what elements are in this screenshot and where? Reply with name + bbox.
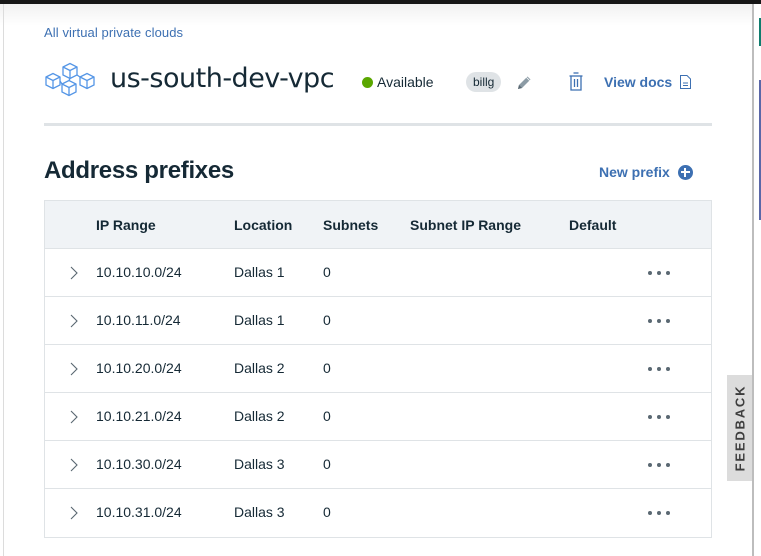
chevron-right-icon[interactable] [69,458,79,472]
top-shadow [0,4,752,26]
status-indicator: Available [362,74,434,90]
chevron-right-icon[interactable] [69,314,79,328]
overflow-dot-icon [666,271,670,275]
table-header: IP Range Location Subnets Subnet IP Rang… [45,201,711,249]
chevron-right-icon[interactable] [69,410,79,424]
vpc-cubes-icon [45,62,95,97]
cell-ip-range: 10.10.31.0/24 [96,504,182,520]
overflow-dot-icon [666,319,670,323]
feedback-label: FEEDBACK [732,384,747,472]
address-prefixes-table: IP Range Location Subnets Subnet IP Rang… [44,200,712,538]
overflow-dot-icon [666,415,670,419]
overflow-menu-button[interactable] [647,263,671,283]
tag-badge[interactable]: billg [466,72,502,92]
view-docs-link[interactable]: View docs [604,74,672,90]
document-icon[interactable] [680,75,691,89]
status-text: Available [377,74,434,90]
overflow-menu-button[interactable] [647,311,671,331]
header-divider [44,123,712,126]
add-circle-icon [677,164,693,180]
overflow-dot-icon [648,463,652,467]
overflow-dot-icon [666,463,670,467]
overflow-dot-icon [648,511,652,515]
overflow-dot-icon [666,367,670,371]
status-dot-icon [362,76,373,88]
breadcrumb-back-link[interactable]: All virtual private clouds [44,25,183,40]
table-row[interactable]: 10.10.20.0/24 Dallas 2 0 [45,345,711,393]
feedback-button[interactable]: FEEDBACK [727,375,752,481]
overflow-dot-icon [657,511,661,515]
cell-ip-range: 10.10.20.0/24 [96,360,182,376]
cell-subnets: 0 [323,408,331,424]
overflow-menu-button[interactable] [647,359,671,379]
chevron-right-icon[interactable] [69,362,79,376]
cell-location: Dallas 3 [234,456,285,472]
pencil-icon[interactable] [515,74,533,92]
cell-location: Dallas 3 [234,504,285,520]
column-header-default[interactable]: Default [569,217,616,233]
chevron-right-icon[interactable] [69,266,79,280]
overflow-menu-button[interactable] [647,503,671,523]
overflow-dot-icon [657,319,661,323]
cell-location: Dallas 2 [234,360,285,376]
cell-subnets: 0 [323,312,331,328]
page-title: us-south-dev-vpc [110,63,335,94]
column-header-subnet-ip-range[interactable]: Subnet IP Range [410,217,521,233]
overflow-menu-button[interactable] [647,407,671,427]
overflow-dot-icon [657,271,661,275]
table-body: 10.10.10.0/24 Dallas 1 0 10.10.11.0/24 D… [45,249,711,537]
cell-subnets: 0 [323,360,331,376]
table-row[interactable]: 10.10.31.0/24 Dallas 3 0 [45,489,711,537]
cell-ip-range: 10.10.10.0/24 [96,264,182,280]
new-prefix-label: New prefix [599,164,670,180]
chevron-right-icon[interactable] [69,506,79,520]
table-row[interactable]: 10.10.21.0/24 Dallas 2 0 [45,393,711,441]
cell-subnets: 0 [323,264,331,280]
overflow-dot-icon [657,367,661,371]
cell-subnets: 0 [323,504,331,520]
new-prefix-button[interactable]: New prefix [599,164,693,180]
column-header-subnets[interactable]: Subnets [323,217,378,233]
trash-icon[interactable] [569,72,583,91]
overflow-dot-icon [657,415,661,419]
cell-ip-range: 10.10.30.0/24 [96,456,182,472]
column-header-location[interactable]: Location [234,217,292,233]
table-row[interactable]: 10.10.10.0/24 Dallas 1 0 [45,249,711,297]
cell-ip-range: 10.10.11.0/24 [96,312,181,328]
cell-location: Dallas 2 [234,408,285,424]
overflow-dot-icon [648,271,652,275]
table-row[interactable]: 10.10.11.0/24 Dallas 1 0 [45,297,711,345]
overflow-dot-icon [666,511,670,515]
cell-ip-range: 10.10.21.0/24 [96,408,182,424]
cell-location: Dallas 1 [234,264,285,280]
overflow-dot-icon [648,367,652,371]
overflow-menu-button[interactable] [647,455,671,475]
left-border [3,4,4,556]
table-row[interactable]: 10.10.30.0/24 Dallas 3 0 [45,441,711,489]
column-header-ip-range[interactable]: IP Range [96,217,156,233]
overflow-dot-icon [648,319,652,323]
cell-location: Dallas 1 [234,312,285,328]
overflow-dot-icon [648,415,652,419]
cell-subnets: 0 [323,456,331,472]
section-title: Address prefixes [44,157,234,184]
overflow-dot-icon [657,463,661,467]
